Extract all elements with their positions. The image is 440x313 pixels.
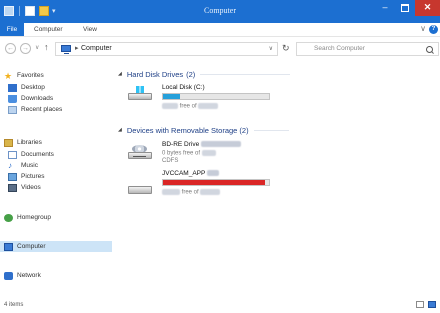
windows-drive-icon xyxy=(128,86,152,100)
close-button[interactable]: ✕ xyxy=(415,0,440,16)
drive-usage-fill xyxy=(163,180,265,185)
drive-usage-fill xyxy=(163,94,180,99)
title-bar: ▾ Computer – ✕ xyxy=(0,0,440,23)
nav-label: Favorites xyxy=(17,72,44,79)
item-count: 4 items xyxy=(4,302,24,308)
tab-computer[interactable]: Computer xyxy=(34,23,63,36)
address-dropdown-icon[interactable]: ∨ xyxy=(269,45,273,52)
help-icon[interactable]: ? xyxy=(429,25,438,34)
desktop-icon xyxy=(8,83,17,92)
collapse-icon[interactable]: ◢ xyxy=(118,127,122,133)
group-divider xyxy=(200,73,291,75)
nav-label: Network xyxy=(17,272,41,279)
nav-item-recent-places[interactable]: Recent places xyxy=(8,104,62,115)
removable-drive-icon xyxy=(128,180,152,194)
tab-view[interactable]: View xyxy=(83,23,97,36)
search-icon[interactable] xyxy=(426,46,433,53)
drive-filesystem: CDFS xyxy=(162,158,179,164)
minimize-button[interactable]: – xyxy=(378,0,392,16)
expand-ribbon-icon[interactable]: ∨ xyxy=(420,24,426,33)
star-icon: ★ xyxy=(4,70,13,81)
drive-name: BD-RE Drive xyxy=(162,141,242,148)
downloads-icon xyxy=(8,94,17,103)
maximize-button[interactable] xyxy=(398,0,412,16)
nav-label: Homegroup xyxy=(17,214,51,221)
group-title: Devices with Removable Storage (2) xyxy=(126,125,249,135)
nav-label: Computer xyxy=(17,243,46,250)
computer-icon xyxy=(61,45,71,54)
nav-label: Music xyxy=(21,162,38,169)
nav-item-videos[interactable]: Videos xyxy=(8,182,41,193)
nav-item-documents[interactable]: Documents xyxy=(8,149,54,160)
drive-name: JVCCAM_APP xyxy=(162,170,220,177)
nav-favorites[interactable]: ★ Favorites xyxy=(4,70,44,81)
navigation-pane: ★ Favorites Desktop Downloads Recent pla… xyxy=(0,62,112,297)
details-view-icon[interactable] xyxy=(416,301,424,308)
free-of-label: free of xyxy=(181,189,199,196)
breadcrumb-chevron-icon[interactable]: ▸ xyxy=(75,44,79,52)
libraries-icon xyxy=(4,138,13,147)
back-button[interactable]: ← xyxy=(5,43,16,54)
search-input[interactable]: Search Computer xyxy=(296,42,439,56)
nav-label: Downloads xyxy=(21,95,54,102)
drive-free-space: free of xyxy=(162,189,221,196)
search-placeholder: Search Computer xyxy=(314,45,365,52)
group-title: Hard Disk Drives xyxy=(126,69,184,79)
computer-icon xyxy=(4,242,13,251)
nav-label: Documents xyxy=(21,151,54,158)
navigation-bar: ← → ∨ ↑ ▸ Computer ∨ ↻ Search Computer xyxy=(0,37,440,62)
tab-file[interactable]: File xyxy=(0,23,24,36)
music-icon: ♪ xyxy=(8,160,12,170)
drive-name: Local Disk (C:) xyxy=(162,84,205,91)
status-bar: 4 items xyxy=(0,297,440,313)
breadcrumb-computer[interactable]: Computer xyxy=(81,45,112,52)
group-hard-disk-drives[interactable]: ◢ Hard Disk Drives (2) xyxy=(118,69,291,79)
nav-computer[interactable]: Computer xyxy=(0,241,112,252)
drive-free-space: 0 bytes free of xyxy=(162,150,216,157)
nav-libraries[interactable]: Libraries xyxy=(4,137,42,148)
up-button[interactable]: ↑ xyxy=(44,42,49,52)
maximize-icon xyxy=(401,4,409,12)
nav-label: Libraries xyxy=(17,139,42,146)
drive-free-space: free of xyxy=(162,103,219,110)
nav-item-music[interactable]: ♪ Music xyxy=(8,160,38,171)
group-removable-storage[interactable]: ◢ Devices with Removable Storage (2) xyxy=(118,125,289,135)
content-pane: ◢ Hard Disk Drives (2) Local Disk (C:) f… xyxy=(112,62,440,297)
group-count: (2) xyxy=(186,69,196,79)
recent-places-icon xyxy=(8,105,17,114)
recent-locations-button[interactable]: ∨ xyxy=(35,44,39,51)
videos-icon xyxy=(8,183,17,192)
collapse-icon[interactable]: ◢ xyxy=(118,71,122,77)
optical-drive-icon xyxy=(128,145,152,159)
tiles-view-icon[interactable] xyxy=(428,301,436,308)
refresh-button[interactable]: ↻ xyxy=(282,43,290,54)
drive-usage-bar xyxy=(162,93,270,100)
window-title: Computer xyxy=(204,6,236,15)
nav-network[interactable]: Network xyxy=(4,270,41,281)
network-icon xyxy=(4,271,13,280)
pictures-icon xyxy=(8,172,17,181)
address-bar[interactable]: ▸ Computer ∨ xyxy=(55,42,278,56)
nav-item-desktop[interactable]: Desktop xyxy=(8,82,45,93)
ribbon-tabs: File Computer View ∨ ? xyxy=(0,23,440,37)
drive-usage-bar xyxy=(162,179,270,186)
documents-icon xyxy=(8,150,17,159)
forward-button[interactable]: → xyxy=(20,43,31,54)
nav-homegroup[interactable]: Homegroup xyxy=(4,212,51,223)
nav-label: Pictures xyxy=(21,173,45,180)
homegroup-icon xyxy=(4,213,13,222)
nav-label: Desktop xyxy=(21,84,45,91)
nav-item-pictures[interactable]: Pictures xyxy=(8,171,44,182)
nav-label: Recent places xyxy=(21,106,63,113)
nav-item-downloads[interactable]: Downloads xyxy=(8,93,53,104)
group-divider xyxy=(253,129,289,131)
free-of-label: free of xyxy=(179,103,197,110)
nav-label: Videos xyxy=(21,184,41,191)
